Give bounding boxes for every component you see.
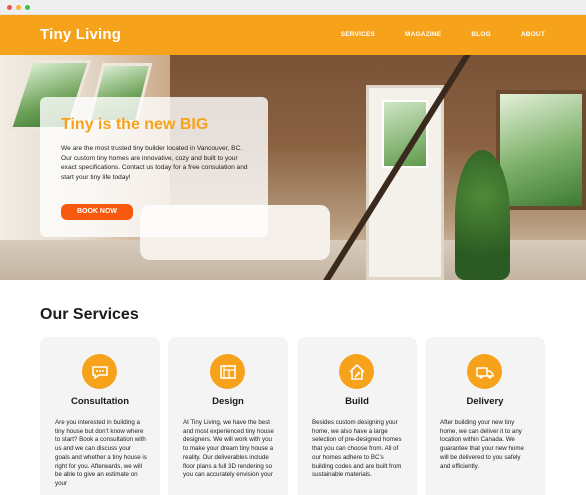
nav-link-services[interactable]: SERVICES — [341, 31, 375, 38]
service-description: After building your new tiny home, we ca… — [440, 419, 524, 470]
window-maximize-button[interactable] — [25, 5, 30, 10]
service-card-delivery: Delivery After building your new tiny ho… — [425, 337, 545, 495]
service-description: At Tiny Living, we have the best and mos… — [183, 419, 274, 479]
service-title: Design — [212, 396, 244, 407]
service-card-build: Build Besides custom designing your home… — [297, 337, 417, 495]
browser-title-bar — [0, 0, 586, 15]
nav-link-about[interactable]: ABOUT — [521, 31, 545, 38]
chat-bubble-icon — [82, 354, 117, 389]
delivery-truck-icon — [467, 354, 502, 389]
window-minimize-button[interactable] — [16, 5, 21, 10]
hero-image-plant — [455, 150, 510, 280]
service-description: Are you interested in building a tiny ho… — [55, 419, 147, 487]
brand-logo[interactable]: Tiny Living — [40, 26, 121, 43]
nav-link-blog[interactable]: BLOG — [471, 31, 491, 38]
navbar: Tiny Living SERVICES MAGAZINE BLOG ABOUT — [0, 15, 586, 55]
service-description: Besides custom designing your home, we a… — [312, 419, 402, 479]
nav-link-magazine[interactable]: MAGAZINE — [405, 31, 441, 38]
service-card-consultation: Consultation Are you interested in build… — [40, 337, 160, 495]
blueprint-icon — [210, 354, 245, 389]
hero-title: Tiny is the new BIG — [61, 116, 209, 133]
window-close-button[interactable] — [7, 5, 12, 10]
hero-description: We are the most trusted tiny builder loc… — [61, 145, 248, 181]
hero-card: Tiny is the new BIG We are the most trus… — [40, 97, 268, 237]
service-title: Build — [345, 396, 369, 407]
hero-image-window — [496, 90, 586, 210]
book-now-button[interactable]: BOOK NOW — [61, 204, 133, 220]
nav-links: SERVICES MAGAZINE BLOG ABOUT — [311, 31, 545, 38]
service-title: Delivery — [466, 396, 504, 407]
services-heading: Our Services — [40, 306, 139, 323]
house-hammer-icon — [339, 354, 374, 389]
service-card-design: Design At Tiny Living, we have the best … — [168, 337, 288, 495]
service-title: Consultation — [70, 396, 130, 407]
